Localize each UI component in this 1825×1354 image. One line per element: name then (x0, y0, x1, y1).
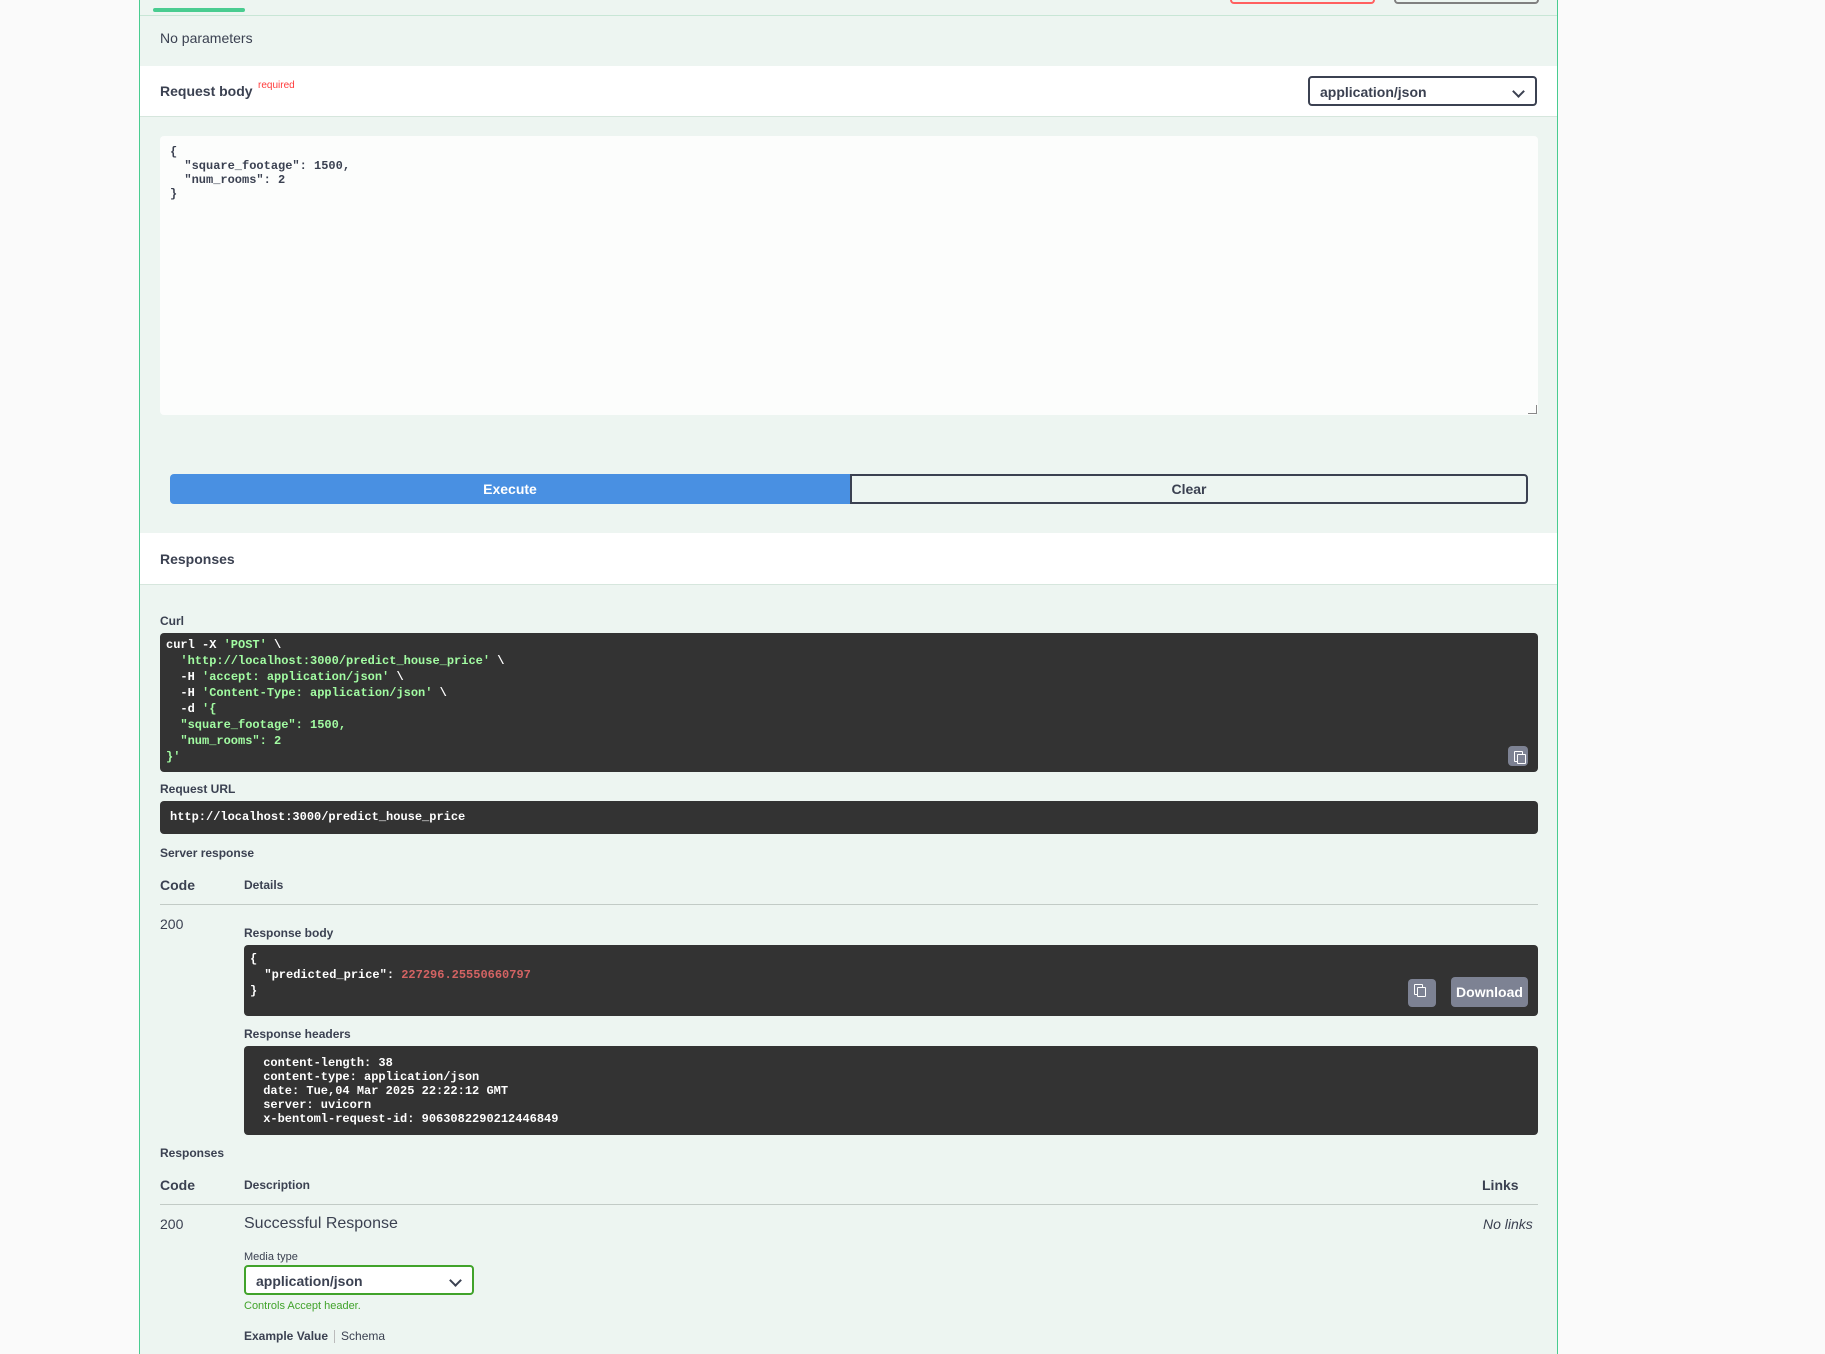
request-body-header: Request body required application/json (140, 66, 1557, 117)
media-type-label: Media type (244, 1251, 298, 1263)
tab-schema[interactable]: Schema (341, 1329, 385, 1343)
cancel-button[interactable] (1230, 0, 1375, 4)
download-button[interactable]: Download (1451, 977, 1528, 1007)
chevron-down-icon (1512, 85, 1525, 98)
responses-header: Responses (140, 533, 1557, 585)
request-url-label: Request URL (160, 782, 236, 796)
divider (160, 904, 1538, 905)
response-description: Successful Response (244, 1215, 398, 1232)
divider (160, 1204, 1538, 1205)
responses-code-header: Code (160, 1177, 195, 1193)
server-response-label: Server response (160, 846, 255, 860)
responses-description-header: Description (244, 1178, 311, 1192)
example-schema-tabs: Example Value Schema (244, 1329, 385, 1344)
server-response-code: 200 (160, 916, 184, 932)
clear-button[interactable]: Clear (850, 474, 1528, 504)
responses-label: Responses (160, 1146, 225, 1160)
request-url-value[interactable]: http://localhost:3000/predict_house_pric… (160, 801, 1538, 834)
reset-button[interactable] (1394, 0, 1539, 4)
accept-header-note: Controls Accept header. (244, 1300, 361, 1312)
copy-response-icon[interactable] (1408, 979, 1436, 1007)
required-label: required (258, 80, 295, 91)
response-body-block[interactable]: { "predicted_price": 227296.25550660797} (244, 945, 1538, 1016)
server-response-details-header: Details (244, 878, 284, 892)
no-parameters-text: No parameters (160, 30, 253, 46)
curl-block[interactable]: curl -X 'POST' \ 'http://localhost:3000/… (160, 633, 1538, 772)
request-body-title: Request body (160, 83, 253, 99)
tab-separator (334, 1330, 336, 1344)
request-body-textarea[interactable]: { "square_footage": 1500, "num_rooms": 2… (160, 136, 1538, 415)
responses-title: Responses (160, 551, 235, 567)
server-response-code-header: Code (160, 877, 195, 893)
responses-links-header: Links (1482, 1177, 1519, 1193)
response-headers-label: Response headers (244, 1027, 351, 1041)
execute-button[interactable]: Execute (170, 474, 850, 504)
media-type-select[interactable]: application/json (244, 1265, 474, 1295)
resize-handle-icon[interactable] (1528, 405, 1537, 414)
tab-example-value[interactable]: Example Value (244, 1329, 328, 1343)
response-body-label: Response body (244, 926, 334, 940)
responses-code: 200 (160, 1216, 184, 1232)
copy-curl-icon[interactable] (1508, 746, 1528, 766)
response-headers-block[interactable]: content-length: 38 content-type: applica… (244, 1046, 1538, 1135)
divider (140, 15, 1557, 16)
active-tab-indicator (153, 8, 245, 12)
execute-wrapper: Execute Clear (170, 474, 1528, 504)
chevron-down-icon (449, 1274, 462, 1287)
content-type-select[interactable]: application/json (1308, 76, 1537, 106)
no-links-text: No links (1483, 1216, 1533, 1232)
media-type-value: application/json (256, 1273, 363, 1289)
curl-label: Curl (160, 614, 184, 628)
operation-block: No parameters Request body required appl… (139, 0, 1558, 1354)
content-type-value: application/json (1320, 84, 1427, 100)
